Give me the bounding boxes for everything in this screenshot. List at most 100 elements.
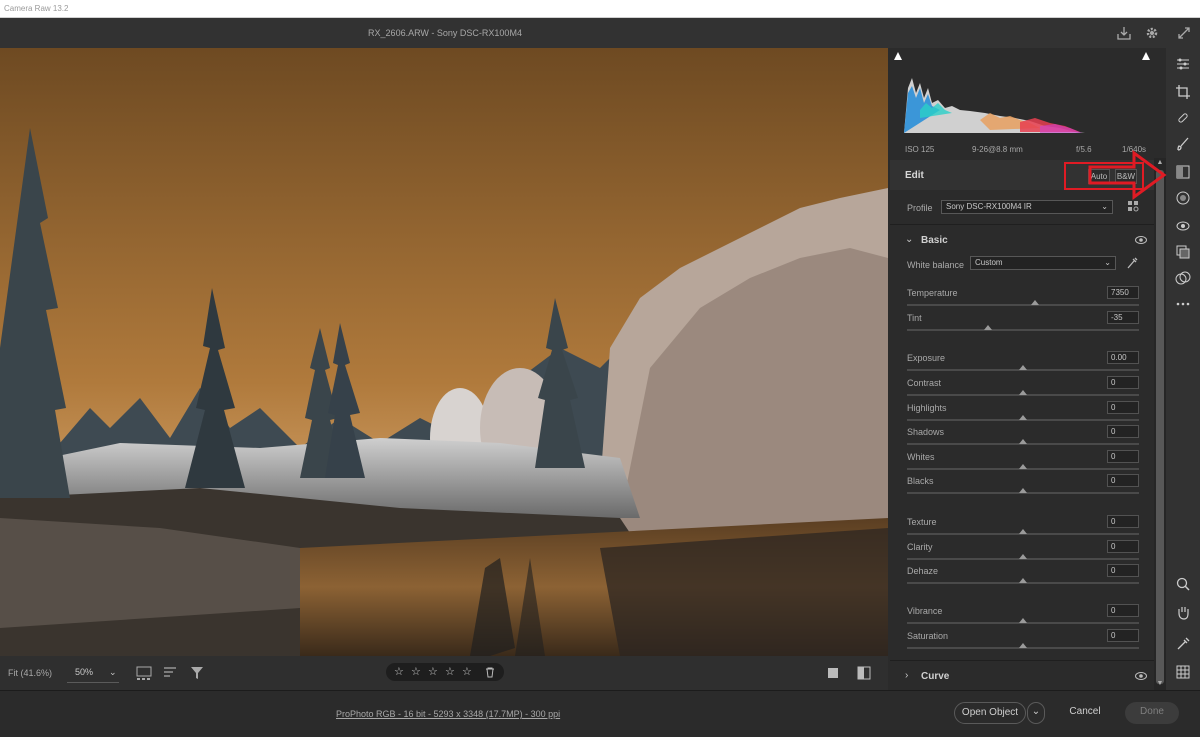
- slider-label: Shadows: [907, 427, 945, 437]
- slider-thumb[interactable]: [1019, 365, 1027, 370]
- red-eye-icon[interactable]: [1175, 218, 1191, 234]
- slider-thumb[interactable]: [1019, 390, 1027, 395]
- slider-dehaze[interactable]: Dehaze 0: [907, 564, 1139, 590]
- slider-shadows[interactable]: Shadows 0: [907, 425, 1139, 451]
- open-object-button[interactable]: Open Object: [954, 702, 1026, 724]
- star-icon[interactable]: ☆: [462, 665, 472, 678]
- save-icon[interactable]: [1116, 25, 1132, 41]
- slider-contrast[interactable]: Contrast 0: [907, 376, 1139, 402]
- more-icon[interactable]: [1175, 296, 1191, 312]
- fit-zoom-label[interactable]: Fit (41.6%): [8, 668, 52, 678]
- slider-temperature[interactable]: Temperature 7350: [907, 286, 1139, 312]
- exif-iso: ISO 125: [905, 145, 935, 154]
- star-icon[interactable]: ☆: [411, 665, 421, 678]
- healing-icon[interactable]: [1175, 110, 1191, 126]
- trash-icon[interactable]: [485, 667, 495, 678]
- image-canvas[interactable]: [0, 48, 888, 656]
- slider-thumb[interactable]: [1019, 415, 1027, 420]
- slider-thumb[interactable]: [1019, 578, 1027, 583]
- slider-tint[interactable]: Tint -35: [907, 311, 1139, 337]
- profile-select[interactable]: Sony DSC-RX100M4 IR ⌄: [941, 200, 1113, 214]
- slider-thumb[interactable]: [1019, 618, 1027, 623]
- slider-label: Blacks: [907, 476, 934, 486]
- snapshots-icon[interactable]: [1175, 244, 1191, 260]
- edit-title: Edit: [905, 170, 924, 181]
- slider-saturation[interactable]: Saturation 0: [907, 629, 1139, 655]
- slider-track[interactable]: [907, 329, 1139, 331]
- star-icon[interactable]: ☆: [445, 665, 455, 678]
- slider-value-input[interactable]: 0: [1107, 515, 1139, 528]
- slider-clarity[interactable]: Clarity 0: [907, 540, 1139, 566]
- slider-value-input[interactable]: 0: [1107, 450, 1139, 463]
- slider-value-input[interactable]: 0: [1107, 564, 1139, 577]
- slider-value-input[interactable]: -35: [1107, 311, 1139, 324]
- slider-whites[interactable]: Whites 0: [907, 450, 1139, 476]
- slider-value-input[interactable]: 0: [1107, 604, 1139, 617]
- filmstrip-icon[interactable]: [136, 666, 152, 680]
- slider-label: Whites: [907, 452, 935, 462]
- scroll-thumb[interactable]: [1156, 170, 1164, 684]
- eyedropper-icon[interactable]: [1126, 256, 1138, 270]
- top-header: RX_2606.ARW - Sony DSC-RX100M4: [0, 18, 1200, 48]
- slider-thumb[interactable]: [1019, 488, 1027, 493]
- single-view-icon[interactable]: [826, 666, 842, 680]
- slider-vibrance[interactable]: Vibrance 0: [907, 604, 1139, 630]
- cancel-button[interactable]: Cancel: [1060, 702, 1110, 724]
- basic-section-header[interactable]: ⌄ Basic: [890, 224, 1154, 254]
- radial-filter-icon[interactable]: [1175, 190, 1191, 206]
- workflow-options-link[interactable]: ProPhoto RGB - 16 bit - 5293 x 3348 (17.…: [336, 709, 560, 719]
- slider-value-input[interactable]: 7350: [1107, 286, 1139, 299]
- fullscreen-icon[interactable]: [1176, 25, 1192, 41]
- rating-stars[interactable]: ☆ ☆ ☆ ☆ ☆: [386, 663, 504, 681]
- slider-value-input[interactable]: 0: [1107, 425, 1139, 438]
- color-sampler-icon[interactable]: [1175, 636, 1191, 652]
- open-options-button[interactable]: ⌄: [1027, 702, 1045, 724]
- eye-icon[interactable]: [1135, 236, 1147, 244]
- brush-icon[interactable]: [1175, 136, 1191, 152]
- crop-icon[interactable]: [1175, 84, 1191, 100]
- slider-value-input[interactable]: 0: [1107, 540, 1139, 553]
- zoom-select[interactable]: 50% ⌄: [67, 661, 119, 683]
- panel-scrollbar[interactable]: ▲ ▼: [1154, 158, 1166, 690]
- slider-thumb[interactable]: [984, 325, 993, 330]
- star-icon[interactable]: ☆: [428, 665, 438, 678]
- linear-gradient-icon[interactable]: [1175, 164, 1191, 180]
- slider-thumb[interactable]: [1019, 554, 1027, 559]
- slider-thumb[interactable]: [1019, 439, 1027, 444]
- slider-value-input[interactable]: 0.00: [1107, 351, 1139, 364]
- hand-tool-icon[interactable]: [1175, 604, 1191, 620]
- zoom-tool-icon[interactable]: [1175, 576, 1191, 592]
- profile-browser-icon[interactable]: [1128, 201, 1140, 213]
- gear-icon[interactable]: [1144, 25, 1160, 41]
- slider-texture[interactable]: Texture 0: [907, 515, 1139, 541]
- curve-section-header[interactable]: › Curve: [890, 660, 1154, 690]
- window-title-bar: Camera Raw 13.2: [0, 0, 1200, 18]
- slider-label: Highlights: [907, 403, 947, 413]
- slider-label: Clarity: [907, 542, 933, 552]
- slider-exposure[interactable]: Exposure 0.00: [907, 351, 1139, 377]
- eye-icon[interactable]: [1135, 672, 1147, 680]
- slider-thumb[interactable]: [1019, 464, 1027, 469]
- scroll-down-icon[interactable]: ▼: [1155, 680, 1165, 688]
- slider-thumb[interactable]: [1030, 300, 1039, 305]
- sort-icon[interactable]: [163, 666, 179, 680]
- before-after-icon[interactable]: [856, 666, 872, 680]
- white-balance-select[interactable]: Custom ⌄: [970, 256, 1116, 270]
- presets-icon[interactable]: [1175, 270, 1191, 286]
- slider-value-input[interactable]: 0: [1107, 401, 1139, 414]
- filter-icon[interactable]: [190, 666, 206, 680]
- slider-highlights[interactable]: Highlights 0: [907, 401, 1139, 427]
- slider-value-input[interactable]: 0: [1107, 376, 1139, 389]
- chevron-right-icon: ›: [905, 670, 909, 681]
- edit-sliders-icon[interactable]: [1175, 56, 1191, 72]
- slider-track[interactable]: [907, 304, 1139, 306]
- star-icon[interactable]: ☆: [394, 665, 404, 678]
- grid-icon[interactable]: [1175, 664, 1191, 680]
- done-button[interactable]: Done: [1125, 702, 1179, 724]
- slider-value-input[interactable]: 0: [1107, 629, 1139, 642]
- slider-label: Dehaze: [907, 566, 939, 576]
- slider-thumb[interactable]: [1019, 643, 1027, 648]
- slider-thumb[interactable]: [1019, 529, 1027, 534]
- slider-value-input[interactable]: 0: [1107, 474, 1139, 487]
- slider-blacks[interactable]: Blacks 0: [907, 474, 1139, 500]
